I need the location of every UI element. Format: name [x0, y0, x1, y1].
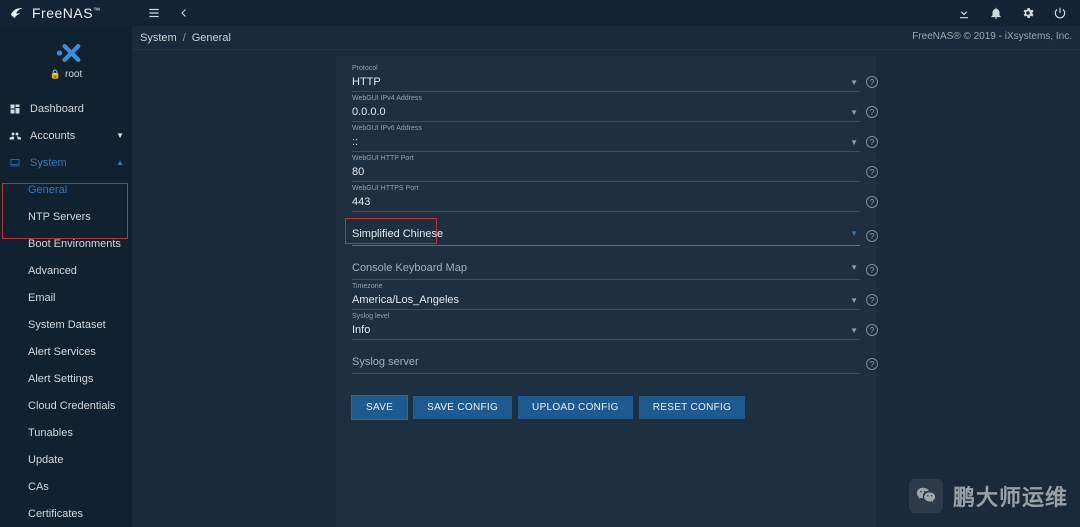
main-area: System / General FreeNAS® © 2019 - iXsys…	[132, 26, 1080, 527]
chevron-down-icon: ▼	[116, 131, 124, 140]
sidebar-item-label: Tunables	[28, 427, 73, 439]
upload-config-button[interactable]: UPLOAD CONFIG	[518, 396, 633, 419]
download-icon[interactable]	[956, 5, 972, 21]
field-ipv4[interactable]: WebGUI IPv4 Address 0.0.0.0▼ ?	[352, 94, 860, 122]
bell-icon[interactable]	[988, 5, 1004, 21]
sidebar-item-alertset[interactable]: Alert Settings	[0, 365, 132, 392]
field-http-port[interactable]: WebGUI HTTP Port 80 ?	[352, 154, 860, 182]
brand-logo: FreeNAS™	[8, 4, 140, 22]
sidebar-item-label: CAs	[28, 481, 49, 493]
help-icon[interactable]: ?	[866, 196, 878, 208]
buttons-row: SAVE SAVE CONFIG UPLOAD CONFIG RESET CON…	[352, 396, 860, 419]
chevron-down-icon: ▼	[850, 78, 858, 87]
sidebar-item-cas[interactable]: CAs	[0, 473, 132, 500]
sidebar-item-alertsvc[interactable]: Alert Services	[0, 338, 132, 365]
field-syslogserver[interactable]: Syslog server ?	[352, 350, 860, 374]
sidebar-item-label: System Dataset	[28, 319, 106, 331]
sidebar-item-label: Advanced	[28, 265, 77, 277]
save-button[interactable]: SAVE	[352, 396, 407, 419]
sidebar-user: 🔒 root	[50, 69, 82, 80]
sidebar-nav: Dashboard Accounts ▼ System ▲ General NT…	[0, 95, 132, 527]
sidebar-item-accounts[interactable]: Accounts ▼	[0, 122, 132, 149]
field-ipv6[interactable]: WebGUI IPv6 Address ::▼ ?	[352, 124, 860, 152]
power-icon[interactable]	[1052, 5, 1068, 21]
settings-card: Protocol HTTP▼ ? WebGUI IPv4 Address 0.0…	[336, 56, 876, 527]
chevron-down-icon: ▼	[850, 138, 858, 147]
lock-icon: 🔒	[50, 69, 61, 80]
sidebar: 🔒 root Dashboard Accounts ▼ System ▲ Gen…	[0, 26, 132, 527]
field-timezone[interactable]: Timezone America/Los_Angeles▼ ?	[352, 282, 860, 310]
help-icon[interactable]: ?	[866, 230, 878, 242]
sidebar-item-cloudcred[interactable]: Cloud Credentials	[0, 392, 132, 419]
field-label: Protocol	[352, 64, 860, 73]
help-icon[interactable]: ?	[866, 76, 878, 88]
field-label: WebGUI IPv6 Address	[352, 124, 860, 133]
chevron-down-icon: ▼	[850, 263, 858, 272]
field-label: WebGUI IPv4 Address	[352, 94, 860, 103]
sidebar-item-bootenv[interactable]: Boot Environments	[0, 230, 132, 257]
sidebar-item-system[interactable]: System ▲	[0, 149, 132, 176]
field-protocol[interactable]: Protocol HTTP▼ ?	[352, 64, 860, 92]
ix-logo-icon	[54, 41, 78, 63]
chevron-up-icon: ▲	[116, 158, 124, 167]
sidebar-item-label: Alert Settings	[28, 373, 93, 385]
sidebar-item-label: NTP Servers	[28, 211, 91, 223]
freenas-logo-icon	[8, 4, 26, 22]
sidebar-item-tunables[interactable]: Tunables	[0, 419, 132, 446]
sidebar-item-email[interactable]: Email	[0, 284, 132, 311]
copyright-text: FreeNAS® © 2019 - iXsystems, Inc.	[912, 31, 1072, 42]
field-language[interactable]: Simplified Chinese▼ ?	[352, 222, 860, 246]
sidebar-item-label: Dashboard	[30, 103, 84, 115]
chevron-down-icon: ▼	[850, 108, 858, 117]
reset-config-button[interactable]: RESET CONFIG	[639, 396, 745, 419]
gear-icon[interactable]	[1020, 5, 1036, 21]
help-icon[interactable]: ?	[866, 106, 878, 118]
sidebar-item-advanced[interactable]: Advanced	[0, 257, 132, 284]
menu-icon[interactable]	[146, 5, 162, 21]
sidebar-item-label: Certificates	[28, 508, 83, 520]
sidebar-item-label: Cloud Credentials	[28, 400, 115, 412]
sidebar-item-certs[interactable]: Certificates	[0, 500, 132, 527]
topbar: FreeNAS™	[0, 0, 1080, 26]
breadcrumb-current: General	[192, 32, 231, 44]
breadcrumb: System / General FreeNAS® © 2019 - iXsys…	[132, 26, 1080, 50]
sidebar-item-general[interactable]: General	[0, 176, 132, 203]
chevron-down-icon: ▼	[850, 229, 858, 238]
help-icon[interactable]: ?	[866, 136, 878, 148]
field-sysloglevel[interactable]: Syslog level Info▼ ?	[352, 312, 860, 340]
save-config-button[interactable]: SAVE CONFIG	[413, 396, 512, 419]
users-icon	[8, 129, 22, 143]
dashboard-icon	[8, 102, 22, 116]
chevron-down-icon: ▼	[850, 296, 858, 305]
sidebar-item-ntpservers[interactable]: NTP Servers	[0, 203, 132, 230]
field-https-port[interactable]: WebGUI HTTPS Port 443 ?	[352, 184, 860, 212]
brand-name: FreeNAS™	[32, 5, 101, 21]
sidebar-item-label: Boot Environments	[28, 238, 121, 250]
sidebar-item-sysdataset[interactable]: System Dataset	[0, 311, 132, 338]
help-icon[interactable]: ?	[866, 294, 878, 306]
breadcrumb-parent[interactable]: System	[140, 32, 177, 44]
help-icon[interactable]: ?	[866, 166, 878, 178]
field-label: WebGUI HTTPS Port	[352, 184, 860, 193]
chevron-left-icon[interactable]	[176, 5, 192, 21]
sidebar-item-dashboard[interactable]: Dashboard	[0, 95, 132, 122]
sidebar-item-label: System	[30, 157, 67, 169]
sidebar-item-label: Alert Services	[28, 346, 96, 358]
sidebar-item-label: General	[28, 184, 67, 196]
help-icon[interactable]: ?	[866, 264, 878, 276]
field-kbdmap[interactable]: Console Keyboard Map▼ ?	[352, 256, 860, 280]
sidebar-item-label: Email	[28, 292, 56, 304]
help-icon[interactable]: ?	[866, 358, 878, 370]
field-label: WebGUI HTTP Port	[352, 154, 860, 163]
chevron-down-icon: ▼	[850, 326, 858, 335]
laptop-icon	[8, 156, 22, 170]
breadcrumb-sep: /	[183, 32, 186, 44]
field-label: Timezone	[352, 282, 860, 291]
help-icon[interactable]: ?	[866, 324, 878, 336]
field-label: Syslog level	[352, 312, 860, 321]
sidebar-item-label: Update	[28, 454, 63, 466]
sidebar-item-update[interactable]: Update	[0, 446, 132, 473]
sidebar-item-label: Accounts	[30, 130, 75, 142]
